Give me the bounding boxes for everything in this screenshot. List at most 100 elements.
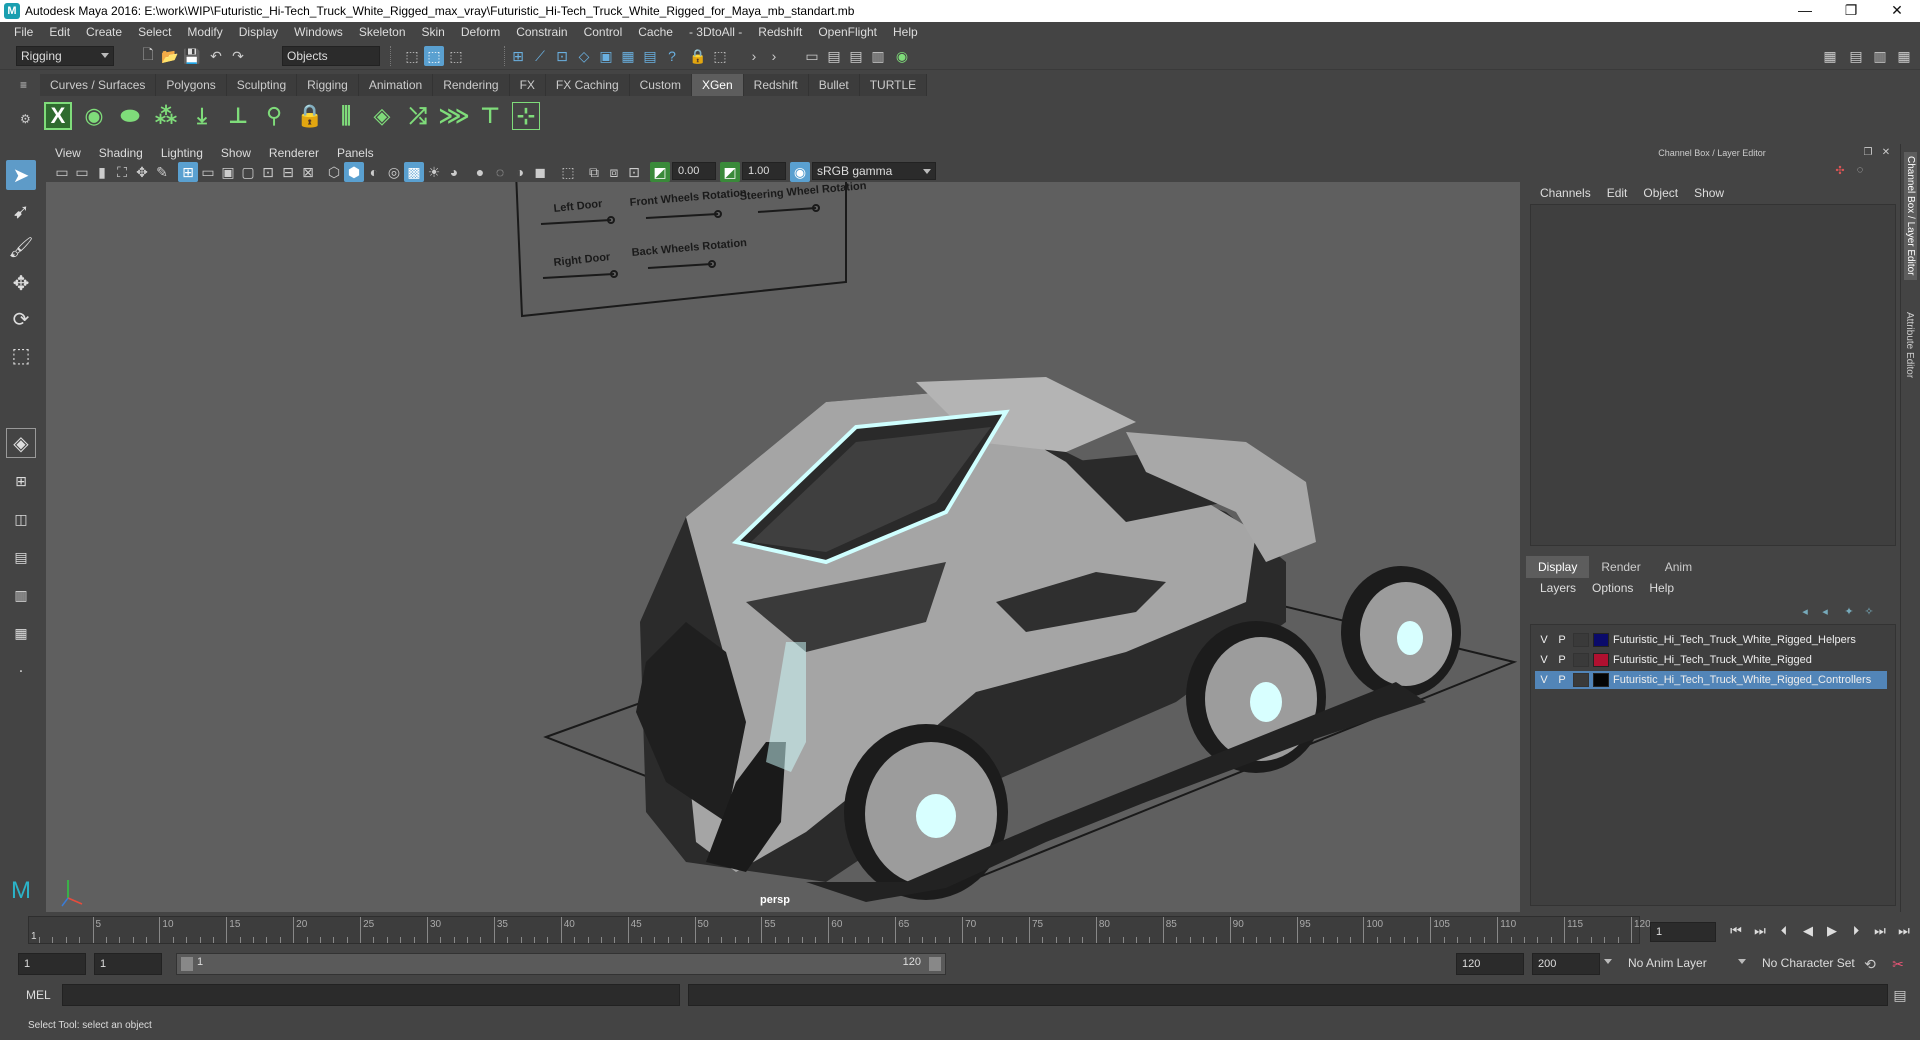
speed-icon[interactable]: ◌ — [1852, 162, 1868, 178]
truck-model[interactable] — [636, 377, 1461, 902]
motion-blur-icon[interactable]: ◌ — [490, 162, 510, 182]
shelf-tab-fx-caching[interactable]: FX Caching — [545, 74, 630, 96]
viewport-menu-view[interactable]: View — [46, 146, 90, 160]
cb-object-menu[interactable]: Object — [1635, 186, 1686, 200]
menu-windows[interactable]: Windows — [286, 25, 351, 39]
close-button[interactable]: ✕ — [1874, 0, 1920, 22]
animation-preferences-icon[interactable]: ✂ — [1888, 954, 1908, 974]
persp-graph-layout-icon[interactable]: ▥ — [6, 580, 36, 610]
scale-tool-icon[interactable]: ⬚ — [6, 340, 36, 370]
safe-title-icon[interactable]: ⊠ — [298, 162, 318, 182]
options-menu[interactable]: Options — [1584, 581, 1641, 595]
shelf-gear-icon[interactable]: ⚙ — [20, 112, 34, 126]
menu-skeleton[interactable]: Skeleton — [351, 25, 414, 39]
lock-icon[interactable]: 🔒 — [296, 102, 324, 130]
insert-point-icon[interactable]: ⊥ — [224, 102, 252, 130]
rotate-tool-icon[interactable]: ⟳ — [6, 304, 36, 334]
construction-history-icon[interactable]: › — [744, 46, 764, 66]
script-editor-icon[interactable]: ▤ — [1890, 985, 1910, 1005]
menu-3dtoall[interactable]: - 3DtoAll - — [681, 25, 750, 39]
safe-action-icon[interactable]: ⊟ — [278, 162, 298, 182]
xray-joints-icon[interactable]: ⧈ — [604, 162, 624, 182]
animation-end-field[interactable]: 200 — [1532, 953, 1600, 975]
resolution-gate-icon[interactable]: ▣ — [218, 162, 238, 182]
layer-type-toggle[interactable] — [1573, 633, 1589, 647]
shelf-tab-animation[interactable]: Animation — [358, 74, 434, 96]
menu-constrain[interactable]: Constrain — [508, 25, 575, 39]
shelf-menu-icon[interactable]: ≡ — [20, 78, 34, 92]
shelf-tab-sculpting[interactable]: Sculpting — [226, 74, 298, 96]
menu-create[interactable]: Create — [78, 25, 130, 39]
channel-box-area[interactable] — [1530, 204, 1896, 546]
layer-color-swatch[interactable] — [1593, 633, 1609, 647]
time-slider-bar[interactable]: 1 5 10 15 20 25 30 35 40 45 50 55 60 65 70 75 80 85 90 95 1… — [28, 916, 1651, 944]
new-scene-icon[interactable]: 🗋 — [138, 46, 158, 66]
play-backwards-icon[interactable]: ◀ — [1798, 920, 1818, 942]
menu-edit[interactable]: Edit — [41, 25, 78, 39]
exposure-field[interactable]: 0.00 — [672, 162, 716, 180]
two-d-pan-icon[interactable]: ✥ — [132, 162, 152, 182]
menu-redshift[interactable]: Redshift — [750, 25, 810, 39]
menu-skin[interactable]: Skin — [414, 25, 453, 39]
hypershade-icon[interactable]: ◉ — [892, 46, 912, 66]
xray-icon[interactable]: ⧉ — [584, 162, 604, 182]
primitive-icon[interactable]: ⬬ — [116, 102, 144, 130]
step-back-key-icon[interactable]: ⏭ — [1750, 920, 1770, 942]
animation-start-field[interactable]: 1 — [18, 953, 86, 975]
command-input[interactable] — [62, 984, 680, 1006]
outliner-toggle-icon[interactable]: ▤ — [1846, 46, 1866, 66]
sculpt-guide-icon[interactable]: ⤓ — [188, 102, 216, 130]
cb-show-menu[interactable]: Show — [1686, 186, 1732, 200]
range-handle-end[interactable] — [929, 957, 941, 971]
snap-live-icon[interactable]: ▦ — [618, 46, 638, 66]
anti-aliasing-icon[interactable]: ◑ — [510, 162, 530, 182]
new-empty-layer-icon[interactable]: ✦ — [1840, 602, 1858, 620]
menu-help[interactable]: Help — [885, 25, 926, 39]
select-hierarchy-icon[interactable]: ⬚ — [402, 46, 422, 66]
redo-icon[interactable]: ↷ — [228, 46, 248, 66]
four-view-layout-icon[interactable]: ⊞ — [6, 466, 36, 496]
lasso-tool-icon[interactable]: ➹ — [6, 196, 36, 226]
gamma-icon[interactable]: ◩ — [720, 162, 740, 182]
layer-row-rigged[interactable]: V P Futuristic_Hi_Tech_Truck_White_Rigge… — [1535, 651, 1887, 669]
viewport-menu-shading[interactable]: Shading — [90, 146, 152, 160]
use-all-lights-icon[interactable]: ☀ — [424, 162, 444, 182]
menu-file[interactable]: File — [6, 25, 41, 39]
paint-select-tool-icon[interactable]: 🖌 — [6, 232, 36, 262]
snap-curve-icon[interactable]: ⟋ — [530, 46, 550, 66]
add-guide-icon[interactable]: ⁂ — [152, 102, 180, 130]
ambient-occlusion-icon[interactable]: ● — [470, 162, 490, 182]
go-to-end-icon[interactable]: ⏭ — [1894, 920, 1914, 942]
persp-viewport[interactable]: Left Door Front Wheels Rotation Steering… — [46, 182, 1520, 912]
menu-openflight[interactable]: OpenFlight — [810, 25, 885, 39]
snap-grid-icon[interactable]: ⊞ — [508, 46, 528, 66]
view-transform-dropdown[interactable]: sRGB gamma — [812, 162, 936, 180]
xray-components-icon[interactable]: ⊡ — [624, 162, 644, 182]
playback-end-field[interactable]: 120 — [1456, 953, 1524, 975]
layer-row-helpers[interactable]: V P Futuristic_Hi_Tech_Truck_White_Rigge… — [1535, 631, 1887, 649]
shelf-tab-fx[interactable]: FX — [509, 74, 546, 96]
bookmark-icon[interactable]: ▮ — [92, 162, 112, 182]
xgen-icon[interactable]: X — [44, 102, 72, 130]
layer-tab-display[interactable]: Display — [1526, 556, 1590, 578]
side-tab-attribute-editor[interactable]: Attribute Editor — [1904, 312, 1915, 378]
menu-control[interactable]: Control — [576, 25, 631, 39]
shelf-tab-rendering[interactable]: Rendering — [433, 74, 510, 96]
layer-visibility-toggle[interactable]: V — [1535, 654, 1553, 666]
open-scene-icon[interactable]: 📂 — [160, 46, 180, 66]
workspace-icon[interactable]: ▦ — [1820, 46, 1840, 66]
shelf-tab-curves-surfaces[interactable]: Curves / Surfaces — [40, 74, 157, 96]
close-panel-icon[interactable]: ✕ — [1878, 144, 1894, 160]
preview-eye-icon[interactable]: ◉ — [80, 102, 108, 130]
move-layer-up-icon[interactable]: ◂ — [1796, 602, 1814, 620]
layer-type-toggle[interactable] — [1573, 673, 1589, 687]
lock-icon[interactable]: 🔒 — [688, 46, 708, 66]
ipr-render-icon[interactable]: ▤ — [846, 46, 866, 66]
step-forward-key-icon[interactable]: ⏭ — [1870, 920, 1890, 942]
exposure-icon[interactable]: ◩ — [650, 162, 670, 182]
current-frame-field[interactable]: 1 — [1650, 922, 1716, 942]
range-handle-start[interactable] — [181, 957, 193, 971]
shelf-tab-turtle[interactable]: TURTLE — [859, 74, 928, 96]
menu-deform[interactable]: Deform — [453, 25, 508, 39]
render-view-icon[interactable]: ▤ — [824, 46, 844, 66]
